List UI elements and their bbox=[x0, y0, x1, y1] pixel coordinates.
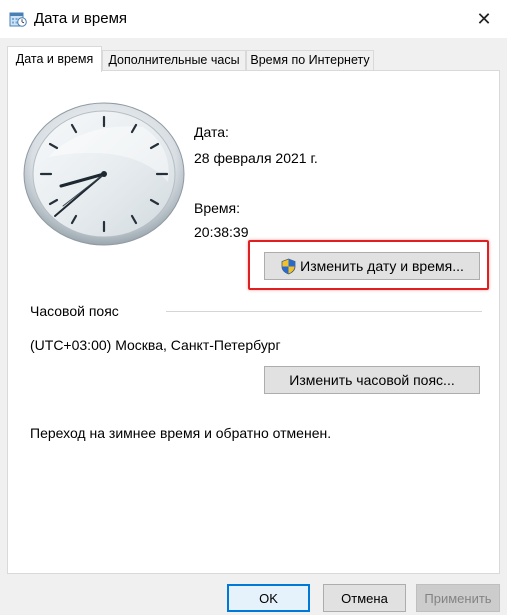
uac-shield-icon bbox=[281, 258, 296, 274]
tab-date-time[interactable]: Дата и время bbox=[7, 46, 102, 72]
time-label: Время: bbox=[194, 200, 241, 216]
change-date-time-button[interactable]: Изменить дату и время... bbox=[264, 252, 480, 280]
title-bar: Дата и время ✕ bbox=[0, 0, 507, 38]
ok-button[interactable]: OK bbox=[227, 584, 310, 612]
timezone-value: (UTC+03:00) Москва, Санкт-Петербург bbox=[30, 337, 281, 353]
time-value: 20:38:39 bbox=[194, 224, 249, 240]
close-icon: ✕ bbox=[476, 8, 492, 29]
window-title: Дата и время bbox=[34, 10, 128, 27]
tab-internet-time[interactable]: Время по Интернету bbox=[246, 50, 374, 70]
analog-clock bbox=[23, 102, 185, 246]
change-timezone-button[interactable]: Изменить часовой пояс... bbox=[264, 366, 480, 394]
timezone-heading: Часовой пояс bbox=[30, 303, 119, 319]
close-button[interactable]: ✕ bbox=[461, 0, 507, 38]
change-date-time-label: Изменить дату и время... bbox=[300, 258, 464, 274]
apply-button: Применить bbox=[416, 584, 500, 612]
tab-additional-clocks[interactable]: Дополнительные часы bbox=[102, 50, 246, 70]
date-label: Дата: bbox=[194, 124, 229, 140]
date-value: 28 февраля 2021 г. bbox=[194, 150, 318, 166]
cancel-button[interactable]: Отмена bbox=[323, 584, 406, 612]
dst-note: Переход на зимнее время и обратно отмене… bbox=[30, 425, 332, 441]
timezone-divider bbox=[166, 311, 482, 312]
date-time-app-icon bbox=[9, 12, 27, 27]
